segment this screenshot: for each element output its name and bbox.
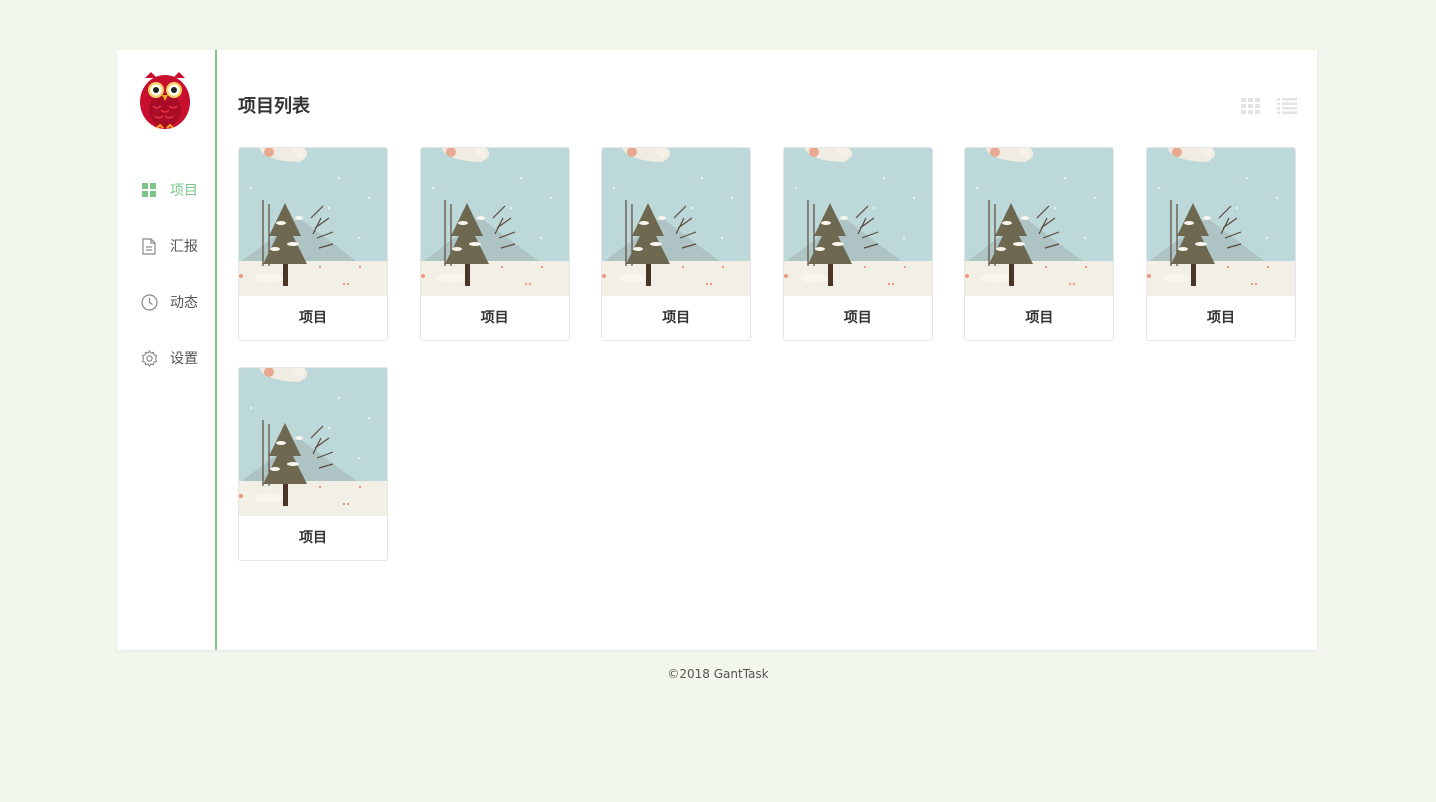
- sidebar-item-label: 汇报: [170, 239, 198, 255]
- project-name: 项目: [1206, 310, 1235, 326]
- project-thumbnail: [965, 148, 1114, 296]
- project-name: 项目: [299, 530, 327, 546]
- gear-icon: [140, 349, 158, 367]
- app-window: 项目 汇报 动态 设置 项目列表 项目 项目 项目 项目 项目 项目 项目: [117, 50, 1317, 650]
- project-name: 项目: [480, 310, 509, 326]
- project-thumbnail: [239, 148, 387, 296]
- project-thumbnail: [239, 368, 387, 516]
- project-name: 项目: [662, 310, 691, 326]
- sidebar-item-projects[interactable]: 项目: [117, 162, 215, 218]
- list-view-icon[interactable]: [1277, 98, 1297, 114]
- sidebar-item-settings[interactable]: 设置: [117, 330, 215, 386]
- project-name: 项目: [299, 310, 327, 326]
- sidebar-item-label: 动态: [170, 295, 198, 311]
- grid-icon: [140, 181, 158, 199]
- project-card[interactable]: 项目: [601, 147, 752, 341]
- project-grid: 项目 项目 项目 项目 项目 项目 项目: [238, 147, 1298, 561]
- document-icon: [140, 237, 158, 255]
- sidebar-item-reports[interactable]: 汇报: [117, 218, 215, 274]
- project-thumbnail: [783, 148, 932, 296]
- main-content: 项目列表 项目 项目 项目 项目 项目 项目 项目: [217, 50, 1317, 650]
- project-card[interactable]: 项目: [238, 147, 388, 341]
- project-name: 项目: [843, 310, 872, 326]
- view-toggle: [1241, 98, 1297, 114]
- project-card[interactable]: 项目: [1145, 147, 1296, 341]
- page-title: 项目列表: [238, 96, 310, 117]
- project-thumbnail: [1146, 148, 1295, 296]
- sidebar-item-activity[interactable]: 动态: [117, 274, 215, 330]
- clock-icon: [140, 293, 158, 311]
- footer-copyright: ©2018 GantTask: [667, 667, 769, 681]
- project-card[interactable]: 项目: [419, 147, 570, 341]
- project-thumbnail: [602, 148, 751, 296]
- project-name: 项目: [1025, 310, 1054, 326]
- sidebar-item-label: 设置: [170, 351, 198, 367]
- project-card[interactable]: 项目: [964, 147, 1115, 341]
- sidebar-item-label: 项目: [170, 183, 198, 199]
- project-thumbnail: [420, 148, 569, 296]
- sidebar-nav: 项目 汇报 动态 设置: [117, 162, 215, 386]
- project-card[interactable]: 项目: [782, 147, 933, 341]
- grid-view-icon[interactable]: [1241, 98, 1261, 114]
- owl-logo-icon[interactable]: [139, 70, 191, 130]
- project-card[interactable]: 项目: [238, 367, 388, 561]
- sidebar: 项目 汇报 动态 设置: [117, 50, 217, 650]
